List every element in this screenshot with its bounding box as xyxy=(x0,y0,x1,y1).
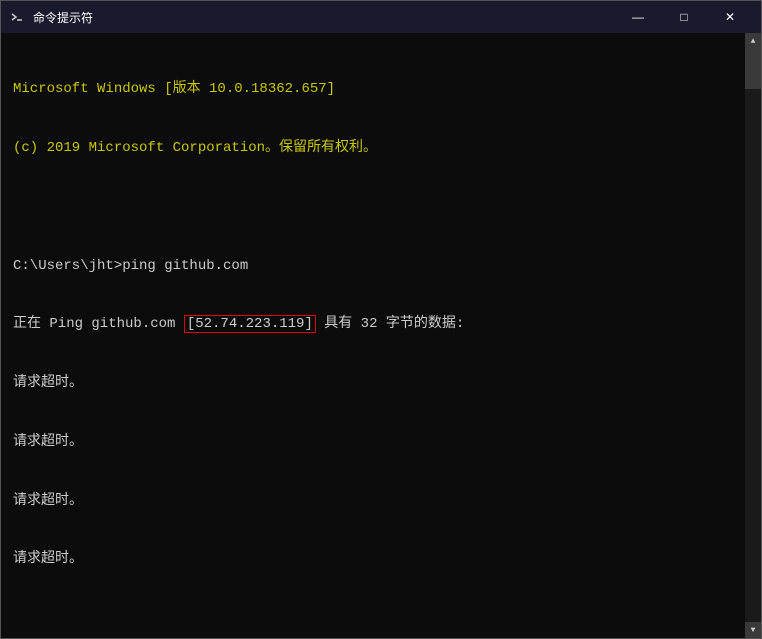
line-10 xyxy=(13,609,749,629)
ip-address: [52.74.223.119] xyxy=(184,315,316,333)
line-7: 请求超时。 xyxy=(13,433,749,453)
line-6: 请求超时。 xyxy=(13,374,749,394)
terminal-body[interactable]: Microsoft Windows [版本 10.0.18362.657] (c… xyxy=(1,33,761,638)
scrollbar-down[interactable]: ▼ xyxy=(745,622,761,638)
maximize-button[interactable]: □ xyxy=(661,1,707,33)
cmd-icon xyxy=(9,9,25,25)
terminal-content: Microsoft Windows [版本 10.0.18362.657] (c… xyxy=(13,41,749,638)
window-controls: — □ ✕ xyxy=(615,1,753,33)
cmd-window: 命令提示符 — □ ✕ Microsoft Windows [版本 10.0.1… xyxy=(0,0,762,639)
scrollbar: ▲ ▼ xyxy=(745,33,761,638)
line-8: 请求超时。 xyxy=(13,492,749,512)
line-5: 正在 Ping github.com [52.74.223.119] 具有 32… xyxy=(13,315,749,335)
ping-pre: 正在 Ping github.com xyxy=(13,316,184,332)
line-2: (c) 2019 Microsoft Corporation。保留所有权利。 xyxy=(13,139,749,159)
line-9: 请求超时。 xyxy=(13,550,749,570)
ping-post: 具有 32 字节的数据: xyxy=(316,316,464,332)
line-4: C:\Users\jht>ping github.com xyxy=(13,257,749,277)
line-1: Microsoft Windows [版本 10.0.18362.657] xyxy=(13,80,749,100)
title-bar-left: 命令提示符 xyxy=(9,9,93,26)
minimize-button[interactable]: — xyxy=(615,1,661,33)
close-button[interactable]: ✕ xyxy=(707,1,753,33)
scrollbar-up[interactable]: ▲ xyxy=(745,33,761,49)
title-bar: 命令提示符 — □ ✕ xyxy=(1,1,761,33)
scrollbar-thumb[interactable] xyxy=(745,49,761,89)
line-3 xyxy=(13,198,749,218)
scrollbar-track xyxy=(745,49,761,622)
window-title: 命令提示符 xyxy=(33,9,93,26)
